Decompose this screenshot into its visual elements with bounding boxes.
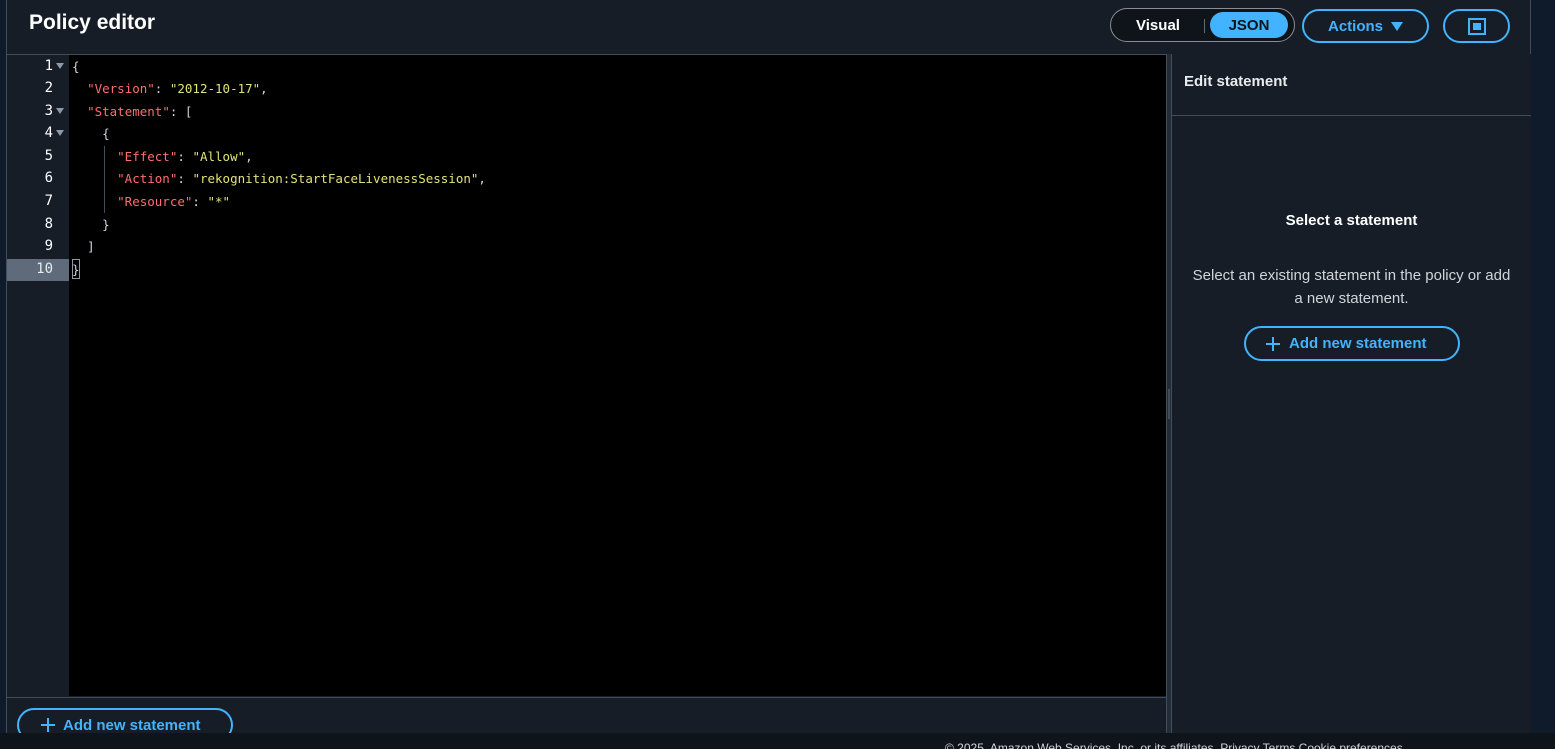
line-number-6: 6 <box>44 170 53 186</box>
actions-label: Actions <box>1327 17 1383 35</box>
line-number-5: 5 <box>44 148 53 164</box>
line-number-9: 9 <box>44 238 53 254</box>
fold-arrow-icon[interactable] <box>56 130 64 136</box>
code-line-6: "Action": "rekognition:StartFaceLiveness… <box>117 171 486 186</box>
fullscreen-button[interactable] <box>1443 9 1510 43</box>
policy-editor-header: Policy editor Visual JSON Actions <box>7 0 1530 54</box>
page-title: Policy editor <box>29 11 156 34</box>
fullscreen-icon <box>1467 17 1486 35</box>
code-area[interactable]: { "Version": "2012-10-17", "Statement": … <box>69 55 1166 696</box>
code-line-3: "Statement": [ <box>87 104 193 119</box>
line-number-gutter: 1 2 3 4 5 6 7 8 9 10 <box>7 55 69 696</box>
code-line-7: "Resource": "*" <box>117 194 231 209</box>
line-number-10: 10 <box>7 259 69 281</box>
code-line-10: } <box>72 262 80 277</box>
mode-json-button[interactable]: JSON <box>1210 12 1288 38</box>
fold-arrow-icon[interactable] <box>56 63 64 69</box>
code-line-8: } <box>102 217 110 232</box>
line-number-3: 3 <box>7 101 69 123</box>
code-line-4: { <box>102 126 110 141</box>
add-new-statement-label: Add new statement <box>63 716 201 734</box>
mode-divider <box>1204 19 1205 33</box>
plus-icon <box>41 718 55 732</box>
empty-state-description: Select an existing statement in the poli… <box>1192 267 1511 307</box>
caret-down-icon <box>1391 21 1403 31</box>
actions-button[interactable]: Actions <box>1302 9 1429 43</box>
line-number-4: 4 <box>7 123 69 145</box>
line-number-2: 2 <box>44 80 53 96</box>
edit-statement-header: Edit statement <box>1172 54 1531 116</box>
footer-text: © 2025, Amazon Web Services, Inc. or its… <box>945 741 1403 749</box>
policy-editor-panel: Policy editor Visual JSON Actions 1 2 3 … <box>6 0 1531 749</box>
json-code-editor[interactable]: 1 2 3 4 5 6 7 8 9 10 { "Version": "2012-… <box>7 54 1166 696</box>
drag-handle-icon <box>1168 389 1170 419</box>
code-line-1: { <box>72 59 80 74</box>
side-add-new-statement-label: Add new statement <box>1289 335 1427 352</box>
code-line-5: "Effect": "Allow", <box>117 149 253 164</box>
code-line-2: "Version": "2012-10-17", <box>87 81 268 96</box>
code-line-9: ] <box>87 239 95 254</box>
edit-statement-title: Edit statement <box>1184 73 1288 90</box>
mode-visual-button[interactable]: Visual <box>1115 12 1201 38</box>
editor-mode-toggle: Visual JSON <box>1110 8 1295 42</box>
fold-arrow-icon[interactable] <box>56 108 64 114</box>
line-number-7: 7 <box>44 193 53 209</box>
edit-statement-panel: Edit statement Select a statement Select… <box>1172 54 1531 749</box>
line-number-1: 1 <box>7 56 69 78</box>
page-footer: © 2025, Amazon Web Services, Inc. or its… <box>0 733 1555 749</box>
side-add-new-statement-button[interactable]: Add new statement <box>1244 326 1460 361</box>
empty-state-title: Select a statement <box>1285 212 1418 229</box>
plus-icon <box>1266 336 1280 351</box>
line-number-8: 8 <box>44 216 53 232</box>
